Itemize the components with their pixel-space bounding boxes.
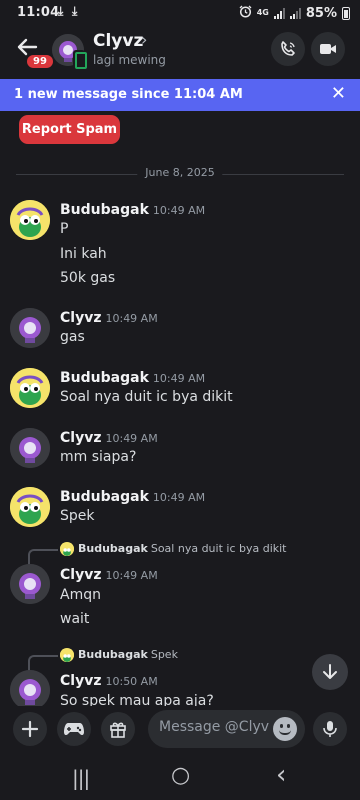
message-timestamp: 10:49 AM	[152, 204, 206, 217]
reply-preview: Spek	[150, 648, 178, 661]
message-timestamp: 10:49 AM	[105, 312, 158, 325]
message-text: Ini kah	[60, 246, 107, 262]
channel-name[interactable]: Clyvz	[93, 31, 143, 51]
avatar	[60, 542, 74, 556]
message-author: Clyvz 10:50 AM	[60, 673, 158, 689]
message-timestamp: 10:50 AM	[105, 675, 158, 688]
reply-preview: Soal nya duit ic bya dikit	[150, 542, 287, 555]
message-input-container[interactable]	[148, 710, 305, 748]
jump-to-present-button[interactable]	[312, 654, 348, 690]
signal-icon	[273, 7, 285, 19]
reply-author: Budubagak	[78, 542, 148, 555]
message-author: Clyvz 10:49 AM	[60, 430, 158, 446]
gamepad-icon	[64, 723, 84, 736]
avatar[interactable]	[10, 428, 50, 468]
attach-button[interactable]	[13, 712, 47, 746]
message-text: gas	[60, 329, 85, 345]
close-icon[interactable]: ✕	[331, 85, 346, 103]
message-author: Clyvz 10:49 AM	[60, 310, 158, 326]
avatar[interactable]	[10, 670, 50, 710]
message-timestamp: 10:49 AM	[105, 432, 158, 445]
message-text: wait	[60, 611, 90, 627]
avatar[interactable]	[10, 200, 50, 240]
gift-button[interactable]	[101, 712, 135, 746]
reply-author: Budubagak	[78, 648, 148, 661]
message-text: mm siapa?	[60, 449, 137, 465]
activities-button[interactable]	[57, 712, 91, 746]
message-text: Spek	[60, 508, 95, 524]
microphone-icon	[323, 721, 337, 737]
chat-header: 99 Clyvz › lagi mewing	[0, 26, 360, 76]
battery-level: 85%	[305, 5, 337, 21]
message-author: Budubagak 10:49 AM	[60, 489, 206, 505]
message-input[interactable]	[159, 719, 269, 735]
arrow-down-icon	[323, 664, 337, 679]
signal-icon	[289, 7, 301, 19]
alarm-icon	[239, 5, 252, 21]
system-nav-bar: ||| ○ ‹	[0, 752, 360, 800]
clock: 11:04	[17, 5, 60, 20]
message-text: Amqn	[60, 587, 101, 603]
message-author: Budubagak 10:49 AM	[60, 202, 206, 218]
date-divider-label: June 8, 2025	[137, 166, 223, 179]
video-icon	[320, 44, 336, 54]
report-spam-button[interactable]: Report Spam	[19, 115, 120, 144]
home-button[interactable]: ○	[171, 763, 190, 788]
phone-icon	[281, 41, 295, 56]
battery-icon	[342, 6, 350, 20]
message-composer	[0, 706, 360, 750]
status-bar: 11:04 ⤓ ⤓ 4G 85%	[0, 0, 360, 26]
recents-button[interactable]: |||	[72, 766, 90, 790]
message-timestamp: 10:49 AM	[105, 569, 158, 582]
message-text: 50k gas	[60, 270, 116, 286]
plus-icon	[21, 720, 39, 738]
voice-message-button[interactable]	[313, 712, 347, 746]
custom-status: lagi mewing	[93, 53, 166, 67]
download-icon: ⤓	[72, 4, 78, 18]
message-author: Budubagak 10:49 AM	[60, 370, 206, 386]
avatar	[60, 648, 74, 662]
avatar[interactable]	[10, 308, 50, 348]
unread-badge: 99	[25, 53, 55, 70]
avatar[interactable]	[10, 487, 50, 527]
avatar[interactable]	[10, 368, 50, 408]
message-timestamp: 10:49 AM	[152, 491, 206, 504]
voice-call-button[interactable]	[271, 32, 305, 66]
date-divider: June 8, 2025	[16, 166, 344, 179]
message-author: Clyvz 10:49 AM	[60, 567, 158, 583]
new-messages-text: 1 new message since 11:04 AM	[14, 87, 243, 102]
new-messages-banner[interactable]: 1 new message since 11:04 AM ✕	[0, 79, 360, 111]
message-timestamp: 10:49 AM	[152, 372, 206, 385]
gift-icon	[110, 722, 126, 738]
video-call-button[interactable]	[311, 32, 345, 66]
emoji-icon[interactable]	[273, 717, 297, 741]
message-text: Soal nya duit ic bya dikit	[60, 389, 233, 405]
network-type: 4G	[256, 8, 269, 17]
chevron-right-icon[interactable]: ›	[141, 30, 147, 49]
avatar[interactable]	[10, 564, 50, 604]
mobile-status-icon	[73, 50, 87, 69]
download-icon: ⤓	[58, 4, 64, 18]
message-text: P	[60, 221, 69, 237]
system-back-button[interactable]: ‹	[276, 760, 286, 790]
